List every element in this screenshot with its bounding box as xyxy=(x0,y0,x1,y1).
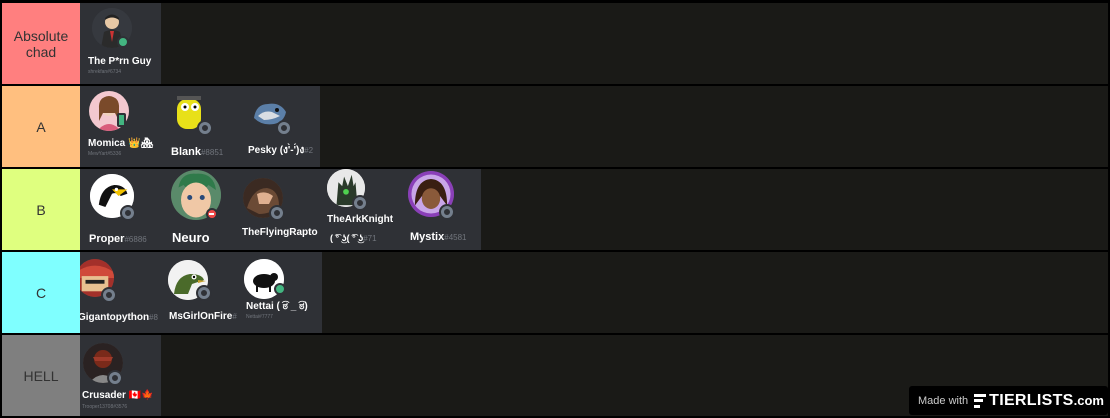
status-online-icon xyxy=(117,36,129,48)
tierlists-watermark[interactable]: Made with TIERLISTS .com xyxy=(909,386,1108,415)
tier-item-card[interactable]: The P*rn Guy shrekfan#6734 xyxy=(80,3,161,84)
tier-label[interactable]: HELL xyxy=(2,335,80,416)
dnd-status-icon xyxy=(206,208,218,220)
discriminator: # xyxy=(232,312,237,321)
username: Blank#8851 xyxy=(171,146,223,158)
tier-item-card[interactable]: Pesky (ง'̀-'́)ง#2 xyxy=(240,86,320,167)
username: Gigantopython#8 xyxy=(80,312,158,323)
tier-item-card[interactable]: Nettai ( ͡ಠ _ ͡ಠ) Nettai#7777 xyxy=(240,252,322,333)
username-text: Gigantopython xyxy=(80,312,150,323)
tier-item-card[interactable]: Mystix#4581 xyxy=(404,169,481,250)
status-offline-icon xyxy=(198,287,210,299)
user-tag: Trooper13708#3576 xyxy=(82,404,128,410)
user-tag: Nettai#7777 xyxy=(246,314,273,320)
discriminator: #8851 xyxy=(200,148,224,157)
tier-label[interactable]: Absolute chad xyxy=(2,3,80,84)
tier-list: Absolute chad The P*rn Guy shrekfan#6734… xyxy=(0,0,1110,418)
tier-label[interactable]: C xyxy=(2,252,80,333)
tier-item-card[interactable]: Neuro xyxy=(162,169,240,250)
username: Nettai ( ͡ಠ _ ͡ಠ) xyxy=(246,301,308,312)
username: Momica 👑🏘 xyxy=(88,138,154,149)
discriminator: #8 xyxy=(149,313,159,322)
tier-row-absolute-chad: Absolute chad The P*rn Guy shrekfan#6734 xyxy=(0,3,1110,84)
username: Proper#6886 xyxy=(89,233,147,245)
username: Pesky (ง'̀-'́)ง#2 xyxy=(248,143,313,158)
username: The P*rn Guy xyxy=(88,56,152,67)
username-text: Pesky (ง'̀-'́)ง xyxy=(248,145,305,156)
status-offline-icon xyxy=(278,122,290,134)
tier-items: Proper#6886 Neuro TheFlyingRapto TheArkK… xyxy=(80,169,1108,250)
tier-items: Gigantopython#8 MsGirlOnFire# Nettai ( ͡… xyxy=(80,252,1108,333)
username: MsGirlOnFire# xyxy=(169,311,237,322)
username-text: ( ͡° ͜ʖ( ͡° ͜ʖ xyxy=(330,233,364,243)
user-tag: shrekfan#6734 xyxy=(88,69,122,75)
tier-item-card[interactable]: Blank#8851 xyxy=(162,86,240,167)
username-line2: ( ͡° ͜ʖ( ͡° ͜ʖ#71 xyxy=(330,233,377,243)
tier-item-card[interactable]: TheFlyingRapto xyxy=(240,169,322,250)
brand-tld: .com xyxy=(1073,393,1104,408)
brand-text: TIERLISTS xyxy=(989,391,1074,409)
username: TheArkKnight xyxy=(327,214,394,225)
mobile-status-icon xyxy=(117,113,126,127)
tier-items: The P*rn Guy shrekfan#6734 xyxy=(80,3,1108,84)
tier-item-card[interactable]: TheArkKnight ( ͡° ͜ʖ( ͡° ͜ʖ#71 xyxy=(322,169,404,250)
username-text: Blank xyxy=(171,146,201,158)
tier-row-a: A Momica 👑🏘 MewYart#5336 Blank#8851 Pesk… xyxy=(0,86,1110,167)
tier-row-b: B Proper#6886 Neuro TheFlyingRapto TheAr… xyxy=(0,169,1110,250)
username-text: MsGirlOnFire xyxy=(169,311,233,322)
made-with-text: Made with xyxy=(918,394,969,407)
status-offline-icon xyxy=(109,372,121,384)
discriminator: #4581 xyxy=(444,233,467,242)
tier-items: Momica 👑🏘 MewYart#5336 Blank#8851 Pesky … xyxy=(80,86,1108,167)
discriminator: #6886 xyxy=(124,235,147,244)
discriminator: #2 xyxy=(304,146,314,155)
status-offline-icon xyxy=(122,207,134,219)
status-offline-icon xyxy=(103,289,115,301)
status-offline-icon xyxy=(354,197,366,209)
status-offline-icon xyxy=(199,122,211,134)
tier-item-card[interactable]: MsGirlOnFire# xyxy=(160,252,240,333)
username-text: Proper xyxy=(89,233,125,245)
username: TheFlyingRapto xyxy=(242,227,318,238)
status-offline-icon xyxy=(271,207,283,219)
tier-row-c: C Gigantopython#8 MsGirlOnFire# Nettai (… xyxy=(0,252,1110,333)
username-text: Mystix xyxy=(410,231,445,243)
username: Crusader 🇨🇦🍁 xyxy=(82,390,154,401)
discriminator: #71 xyxy=(363,234,377,243)
tier-label[interactable]: B xyxy=(2,169,80,250)
tier-item-card[interactable]: Momica 👑🏘 MewYart#5336 xyxy=(80,86,162,167)
tier-label[interactable]: A xyxy=(2,86,80,167)
username: Mystix#4581 xyxy=(410,231,467,243)
tier-item-card[interactable]: Crusader 🇨🇦🍁 Trooper13708#3576 xyxy=(80,335,161,416)
username: Neuro xyxy=(172,230,210,245)
tierlists-logo: TIERLISTS .com xyxy=(974,392,1104,410)
user-tag: MewYart#5336 xyxy=(88,151,122,157)
tier-item-card[interactable]: Gigantopython#8 xyxy=(80,252,160,333)
status-online-icon xyxy=(274,283,286,295)
tierlists-logo-icon xyxy=(974,393,987,408)
status-offline-icon xyxy=(441,206,453,218)
tier-item-card[interactable]: Proper#6886 xyxy=(80,169,162,250)
